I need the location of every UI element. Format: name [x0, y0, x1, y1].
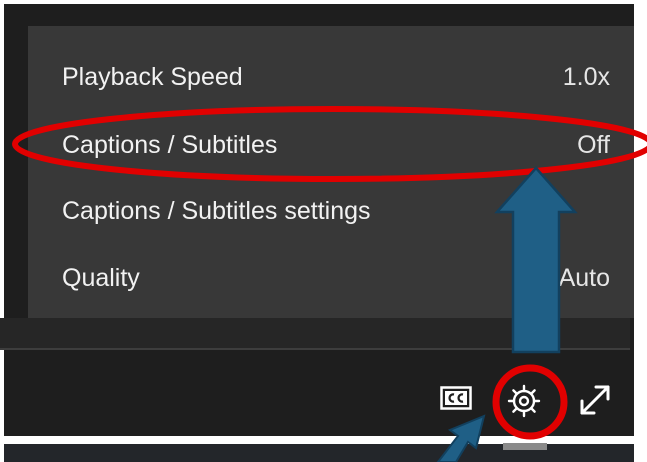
menu-item-captions-settings[interactable]: Captions / Subtitles settings: [28, 186, 634, 234]
menu-item-label: Quality: [62, 264, 140, 292]
player-strip: [0, 318, 630, 348]
menu-item-label: Captions / Subtitles: [62, 131, 278, 159]
menu-item-label: Playback Speed: [62, 63, 243, 91]
menu-item-playback-speed[interactable]: Playback Speed 1.0x: [28, 52, 634, 100]
settings-active-indicator: [503, 443, 547, 450]
expand-arrows-icon[interactable]: [576, 381, 614, 419]
menu-item-captions-subtitles[interactable]: Captions / Subtitles Off: [28, 120, 634, 168]
menu-item-quality[interactable]: Quality Auto: [28, 253, 634, 301]
menu-item-label: Captions / Subtitles settings: [62, 197, 371, 225]
menu-item-value: 1.0x: [562, 63, 610, 91]
gear-icon[interactable]: [506, 383, 542, 419]
closed-captions-icon[interactable]: [440, 386, 472, 410]
menu-item-value: Off: [577, 131, 610, 159]
control-bar-divider: [0, 348, 630, 350]
screenshot-stage: Playback Speed 1.0x Captions / Subtitles…: [0, 0, 647, 462]
menu-item-value: Auto: [558, 264, 610, 292]
settings-menu: Playback Speed 1.0x Captions / Subtitles…: [28, 26, 634, 318]
